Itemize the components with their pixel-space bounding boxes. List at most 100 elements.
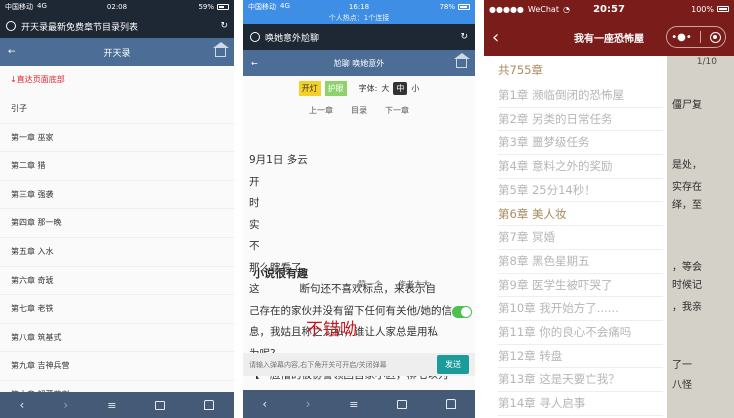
menu-icon[interactable]: ≡ <box>107 399 116 412</box>
chapter-item[interactable]: 第2章 另类的日常任务 <box>498 108 663 132</box>
chapter-item[interactable]: 第五章 入水 <box>0 238 234 267</box>
chapter-count: 共755章 <box>498 63 543 77</box>
battery-icon <box>717 6 729 12</box>
chapter-item[interactable]: 第12章 转盘 <box>498 345 663 369</box>
browser-bottom-bar: ‹ › ≡ <box>243 390 475 418</box>
chapter-item[interactable]: 第二章 猎 <box>0 152 234 181</box>
article-line: 开 <box>249 175 260 188</box>
home-icon[interactable] <box>213 41 229 57</box>
page-title: 开天录 <box>103 48 131 59</box>
article-line: 9月1日 多云 <box>249 154 308 166</box>
danmaku-toggle[interactable] <box>452 306 472 318</box>
reader-controls: 开灯 护眼 字体: 大 中 小 <box>243 81 475 96</box>
article-line: 实 <box>249 218 260 231</box>
chapter-navigation: 上一章 目录 下一章 <box>243 105 475 116</box>
home-icon[interactable] <box>454 52 470 68</box>
browser-bottom-bar: ‹ › ≡ <box>0 392 234 418</box>
chapter-item[interactable]: 第四章 那一晚 <box>0 209 234 238</box>
page-title: 尬聊 唤她意外 <box>333 58 385 68</box>
chapter-drawer: 共755章 第1章 濒临倒闭的恐怖屋 第2章 另类的日常任务 第3章 噩梦级任务 第4… <box>484 56 667 418</box>
chapter-item[interactable]: 第八章 筑基式 <box>0 324 234 353</box>
capsule-divider <box>700 31 702 43</box>
send-button[interactable]: 发送 <box>437 355 469 374</box>
phone-2-reader-screen: 中国移动 4G 16:18 78% 个人热点：1个连接 唤她意外尬聊 ↻ ← 尬… <box>243 0 475 418</box>
font-size-label: 字体: <box>358 84 378 93</box>
article-line: 息，我姑且称之为私，谁让人家总是用私 <box>249 326 438 338</box>
hotspot-banner[interactable]: 个人热点：1个连接 <box>243 13 475 24</box>
close-target-icon[interactable] <box>709 31 721 43</box>
chapter-item[interactable]: 第一章 巫家 <box>0 124 234 153</box>
tabs-icon[interactable] <box>397 399 408 409</box>
address-bar[interactable]: 开天录最新免费章节目录列表 ↻ <box>0 14 234 38</box>
status-bar: 中国移动 4G 16:18 78% <box>243 0 475 13</box>
chapter-item[interactable]: 第七章 老铁 <box>0 295 234 324</box>
article-line: 不 <box>249 240 260 252</box>
chapter-item[interactable]: 第4章 意料之外的奖励 <box>498 155 663 179</box>
font-large-button[interactable]: 大 <box>381 83 389 94</box>
index-link[interactable]: 目录 <box>351 105 367 116</box>
status-bar: 中国移动 4G 02:08 59% <box>0 0 234 14</box>
site-header: ← 尬聊 唤她意外 <box>243 50 475 76</box>
chapter-item[interactable]: 第13章 这是天要亡我？ <box>498 368 663 393</box>
tabs-icon[interactable] <box>155 400 166 410</box>
forward-icon[interactable]: › <box>63 398 68 412</box>
phone-1-toc-screen: 中国移动 4G 02:08 59% 开天录最新免费章节目录列表 ↻ ← 开天录 … <box>0 0 234 418</box>
chapter-item[interactable]: 第11章 你的良心不会痛吗 <box>498 321 663 345</box>
danmaku-input-bar: 发送 <box>243 353 475 376</box>
chapter-item[interactable]: 第9章 医学生被吓哭了 <box>498 274 663 298</box>
back-icon[interactable]: ‹ <box>20 398 25 412</box>
font-medium-button[interactable]: 中 <box>393 82 408 95</box>
next-chapter-link[interactable]: 下一章 <box>385 105 409 116</box>
chapter-item[interactable]: 第8章 黑色星期五 <box>498 250 663 274</box>
chapter-item[interactable]: 第九章 吉神兵营 <box>0 352 234 381</box>
menu-icon[interactable]: ≡ <box>349 398 358 411</box>
chapter-item[interactable]: 第三章 强袭 <box>0 181 234 210</box>
phone-3-wechat-toc: 僵尸复 是处， 实存在 绎，至 ，等会 时候记 ，我亲 了一 八怪 1/10 ●●●●● WeC… <box>484 0 734 418</box>
chapter-item[interactable]: 第10章 我开始方了...... <box>498 297 663 321</box>
home-icon[interactable] <box>445 399 456 409</box>
chapter-item[interactable]: 引子 <box>0 95 234 124</box>
danmaku-input[interactable] <box>249 356 437 373</box>
chapter-item[interactable]: 第6章 美人妆 <box>498 203 663 227</box>
light-toggle-button[interactable]: 开灯 <box>298 81 321 96</box>
back-icon[interactable]: ‹ <box>262 397 267 411</box>
chapter-item[interactable]: 第14章 寻人启事 <box>498 392 663 416</box>
danmaku-comment: 作者大大 <box>398 280 430 289</box>
clock: 02:08 <box>106 3 128 11</box>
danmaku-comment: 赞一个 <box>358 280 382 289</box>
status-bar: ●●●●● WeChat ◔ 20:57 100% <box>484 0 734 18</box>
page-url-title: 唤她意外尬聊 <box>265 33 320 44</box>
page-url-title: 开天录最新免费章节目录列表 <box>21 22 139 33</box>
danmaku-comment: 不错呦 <box>306 320 357 340</box>
miniprogram-capsule: •●• <box>666 26 726 48</box>
chapter-item[interactable]: 第六章 奇琥 <box>0 267 234 296</box>
font-small-button[interactable]: 小 <box>411 83 419 94</box>
forward-icon[interactable]: › <box>306 397 311 411</box>
address-bar[interactable]: 唤她意外尬聊 ↻ <box>243 24 475 50</box>
chapter-item[interactable]: 第5章 25分14秒！ <box>498 179 663 203</box>
home-icon[interactable] <box>204 400 215 410</box>
clock: 16:18 <box>348 2 370 11</box>
wechat-header: ●●●●● WeChat ◔ 20:57 100% ‹ 我有一座恐怖屋 •●• <box>484 0 734 56</box>
eye-care-button[interactable]: 护眼 <box>324 81 347 96</box>
refresh-icon[interactable]: ↻ <box>460 32 468 42</box>
danmaku-comment: 小说很有趣 <box>253 267 308 280</box>
jump-to-bottom-link[interactable]: ↓直达页面底部 <box>10 74 65 85</box>
globe-icon <box>250 32 260 42</box>
refresh-icon[interactable]: ↻ <box>220 21 228 31</box>
chapter-list: 引子 第一章 巫家 第二章 猎第三章 强袭 第四章 那一晚 第五章 入水 第六章 奇琥 第七… <box>0 95 234 410</box>
chapter-item[interactable]: 第1章 濒临倒闭的恐怖屋 <box>498 84 663 108</box>
title-bar: ‹ 我有一座恐怖屋 •●• <box>484 18 734 56</box>
chapter-item[interactable]: 第7章 冥婚 <box>498 226 663 250</box>
battery-icon <box>458 3 470 10</box>
chapter-item[interactable]: 第3章 噩梦级任务 <box>498 131 663 156</box>
site-header: ← 开天录 <box>0 38 234 66</box>
globe-icon <box>6 21 16 31</box>
clock: 20:57 <box>593 3 625 15</box>
more-icon[interactable]: •●• <box>671 32 692 43</box>
article-line: 时 <box>249 197 260 209</box>
battery-icon <box>217 4 229 10</box>
back-chevron-icon[interactable]: ‹ <box>492 27 499 48</box>
article-line: 己存在的家伙并没有留下任何有关他/她的信 <box>249 304 453 317</box>
prev-chapter-link[interactable]: 上一章 <box>309 105 333 116</box>
